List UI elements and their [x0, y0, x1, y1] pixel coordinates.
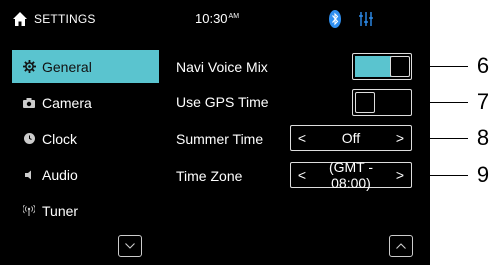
- status-bar: SETTINGS 10:30AM: [0, 0, 430, 40]
- sidebar-item-label: Audio: [42, 166, 78, 183]
- sidebar-item-label: General: [42, 58, 92, 75]
- chevron-down-icon: [125, 243, 135, 249]
- time-zone-value: (GMT - 08:00): [328, 159, 374, 191]
- callout-number-9: 9: [476, 162, 490, 187]
- gear-icon: [22, 60, 36, 74]
- speaker-icon: [22, 168, 36, 182]
- callout-line-6: [412, 66, 468, 67]
- use-gps-time-label: Use GPS Time: [176, 94, 269, 110]
- antenna-icon: [22, 204, 36, 218]
- home-icon[interactable]: [12, 11, 28, 27]
- navi-voice-mix-label: Navi Voice Mix: [176, 59, 268, 75]
- clock-time: 10:30: [195, 11, 228, 26]
- callout-line-8: [412, 138, 468, 139]
- summer-time-next-button[interactable]: >: [393, 130, 407, 146]
- toggle-knob: [390, 56, 410, 77]
- summer-time-value: Off: [341, 130, 361, 146]
- callout-number-8: 8: [476, 125, 490, 150]
- sidebar-item-camera[interactable]: Camera: [12, 86, 159, 119]
- clock-icon: [22, 132, 36, 146]
- time-zone-selector: < (GMT - 08:00) >: [290, 159, 412, 191]
- navi-voice-mix-toggle[interactable]: [352, 53, 412, 80]
- clock-display: 10:30AM: [195, 11, 239, 26]
- toggle-fill: [355, 56, 391, 77]
- sidebar-item-audio[interactable]: Audio: [12, 158, 159, 191]
- camera-icon: [22, 96, 36, 110]
- sidebar-item-label: Camera: [42, 94, 92, 111]
- scroll-down-button[interactable]: [118, 235, 142, 257]
- scroll-up-button[interactable]: [389, 235, 413, 257]
- summer-time-prev-button[interactable]: <: [295, 130, 309, 146]
- sidebar-item-label: Tuner: [42, 202, 79, 219]
- equalizer-icon[interactable]: [359, 11, 373, 27]
- callout-number-7: 7: [476, 89, 490, 114]
- time-zone-prev-button[interactable]: <: [295, 167, 309, 183]
- callout-line-9: [412, 175, 468, 176]
- sidebar-item-label: Clock: [42, 130, 78, 147]
- settings-sidebar: General Camera Clock Audio Tuner: [12, 50, 159, 230]
- bluetooth-icon: [329, 10, 341, 28]
- time-zone-label: Time Zone: [176, 168, 243, 184]
- chevron-up-icon: [396, 243, 406, 249]
- summer-time-selector: < Off >: [290, 125, 412, 151]
- summer-time-label: Summer Time: [176, 131, 264, 147]
- sidebar-item-general[interactable]: General: [12, 50, 159, 83]
- clock-ampm: AM: [228, 13, 240, 20]
- use-gps-time-toggle[interactable]: [352, 89, 412, 116]
- callout-line-7: [412, 102, 468, 103]
- sidebar-item-clock[interactable]: Clock: [12, 122, 159, 155]
- toggle-knob: [355, 92, 375, 113]
- head-unit-screen: SETTINGS 10:30AM General Camera Clock Au…: [0, 0, 430, 265]
- time-zone-next-button[interactable]: >: [393, 167, 407, 183]
- screen-title: SETTINGS: [34, 12, 96, 26]
- sidebar-item-tuner[interactable]: Tuner: [12, 194, 159, 227]
- callout-number-6: 6: [476, 53, 490, 78]
